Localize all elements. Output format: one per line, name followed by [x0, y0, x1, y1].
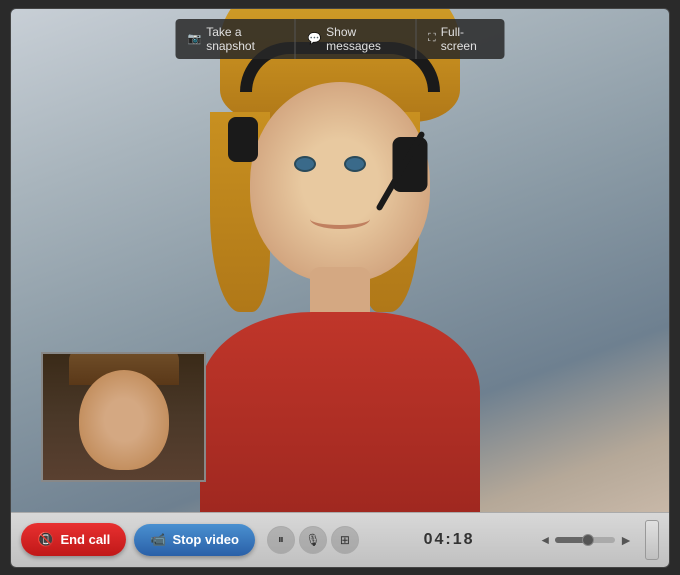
video-camera-icon: 📹	[150, 532, 166, 548]
grid-button[interactable]: ⊞	[331, 526, 359, 554]
headphone-left	[228, 117, 258, 162]
top-toolbar: 📷 Take a snapshot 💬 Show messages ⛶ Full…	[176, 19, 505, 59]
show-messages-button[interactable]: 💬 Show messages	[295, 19, 416, 59]
end-call-label: End call	[60, 532, 110, 547]
main-container: 📷 Take a snapshot 💬 Show messages ⛶ Full…	[10, 8, 670, 568]
fullscreen-label: Full-screen	[441, 25, 493, 53]
stop-video-label: Stop video	[172, 532, 238, 547]
messages-label: Show messages	[326, 25, 403, 53]
volume-control: ◄ ►	[539, 532, 633, 548]
phone-end-icon: 📵	[37, 531, 54, 548]
snapshot-label: Take a snapshot	[206, 25, 282, 53]
fullscreen-button[interactable]: ⛶ Full-screen	[416, 19, 504, 59]
stop-video-button[interactable]: 📹 Stop video	[134, 524, 255, 556]
message-icon: 💬	[307, 32, 321, 45]
volume-high-icon: ►	[619, 532, 633, 548]
main-person-body	[200, 312, 480, 512]
volume-knob	[582, 534, 594, 546]
headphone-right	[393, 137, 428, 192]
bottom-control-bar: 📵 End call 📹 Stop video ⏸ 🎙 ⊞ 04:18 ◄ ►	[11, 512, 669, 567]
main-person-eye-left	[294, 156, 316, 172]
main-person-smile	[310, 209, 370, 229]
pip-person-face	[79, 370, 169, 470]
control-icons-group: ⏸ 🎙 ⊞	[267, 526, 359, 554]
volume-low-icon: ◄	[539, 533, 551, 547]
pause-button[interactable]: ⏸	[267, 526, 295, 554]
main-person-eye-right	[344, 156, 366, 172]
scroll-handle[interactable]	[645, 520, 659, 560]
fullscreen-icon: ⛶	[428, 32, 436, 45]
snapshot-button[interactable]: 📷 Take a snapshot	[176, 19, 296, 59]
video-area: 📷 Take a snapshot 💬 Show messages ⛶ Full…	[11, 9, 669, 512]
call-timer: 04:18	[367, 531, 531, 549]
camera-icon: 📷	[188, 32, 202, 45]
mute-button[interactable]: 🎙	[299, 526, 327, 554]
pip-video	[41, 352, 206, 482]
volume-slider[interactable]	[555, 537, 615, 543]
end-call-button[interactable]: 📵 End call	[21, 523, 126, 556]
